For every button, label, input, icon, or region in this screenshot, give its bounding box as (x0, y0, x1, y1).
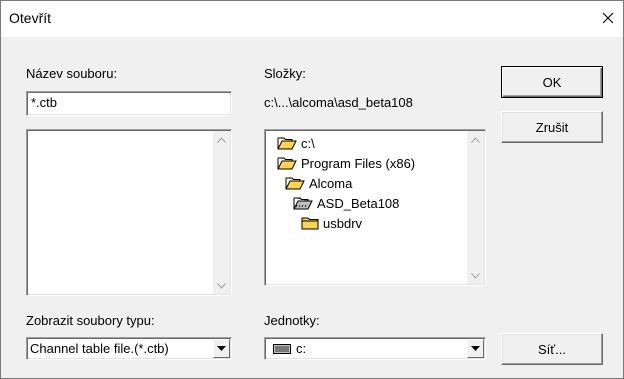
current-path: c:\...\alcoma\asd_beta108 (264, 95, 413, 110)
file-type-value: Channel table file.(*.ctb) (30, 341, 169, 356)
folder-label: Alcoma (309, 175, 353, 191)
file-type-label: Zobrazit soubory typu: (26, 313, 155, 328)
file-list[interactable] (26, 129, 232, 296)
file-list-scroll-up[interactable] (213, 131, 230, 148)
folder-item-asd-beta108[interactable]: ASD_Beta108 (293, 193, 399, 213)
close-icon (602, 12, 614, 24)
folders-label: Složky: (264, 66, 306, 81)
file-type-dropdown-button[interactable] (213, 339, 230, 358)
title-bar: Otevřít (0, 0, 624, 37)
chevron-up-icon (471, 136, 480, 143)
open-folder-icon (277, 157, 297, 170)
folder-item-program-files[interactable]: Program Files (x86) (277, 153, 415, 173)
drives-label: Jednotky: (264, 313, 320, 328)
chevron-up-icon (217, 136, 226, 143)
folder-tree-scroll-down[interactable] (467, 267, 484, 284)
drives-select[interactable]: c: (264, 337, 486, 360)
folder-label: Program Files (x86) (301, 155, 416, 171)
open-folder-icon (285, 177, 305, 190)
folder-tree[interactable]: c:\ Program Files (x86) Alcoma ASD_Beta1… (264, 129, 486, 286)
close-button[interactable] (593, 1, 623, 35)
cancel-button[interactable]: Zrušit (501, 111, 603, 143)
folder-item-c[interactable]: c:\ (277, 133, 315, 153)
folder-tree-scroll-up[interactable] (467, 131, 484, 148)
folder-item-usbdrv[interactable]: usbdrv (301, 213, 362, 233)
file-list-scrollbar[interactable] (213, 131, 230, 294)
drives-dropdown-button[interactable] (467, 339, 484, 358)
file-type-select[interactable]: Channel table file.(*.ctb) (26, 337, 232, 360)
hard-drive-icon (273, 343, 291, 354)
folder-label: c:\ (301, 135, 315, 151)
chevron-down-icon (471, 272, 480, 279)
window-title: Otevřít (9, 10, 52, 26)
file-list-scroll-down[interactable] (213, 277, 230, 294)
folder-label: usbdrv (323, 215, 363, 231)
folder-item-alcoma[interactable]: Alcoma (285, 173, 352, 193)
filename-input[interactable]: *.ctb (26, 91, 232, 116)
closed-folder-icon (301, 217, 319, 230)
filename-label: Název souboru: (26, 66, 118, 81)
drives-value: c: (296, 341, 307, 356)
drives-value-wrap: c: (273, 341, 306, 356)
dropdown-arrow-icon (217, 346, 226, 351)
folder-tree-scrollbar[interactable] (467, 131, 484, 284)
folder-label: ASD_Beta108 (317, 195, 400, 211)
open-folder-icon (277, 137, 297, 150)
dropdown-arrow-icon (471, 346, 480, 351)
ok-button[interactable]: OK (501, 66, 603, 98)
open-folder-selected-icon (293, 197, 313, 210)
dialog-body: Název souboru: *.ctb Složky: c:\...\alco… (0, 37, 624, 379)
chevron-down-icon (217, 282, 226, 289)
network-button[interactable]: Síť... (501, 333, 603, 365)
